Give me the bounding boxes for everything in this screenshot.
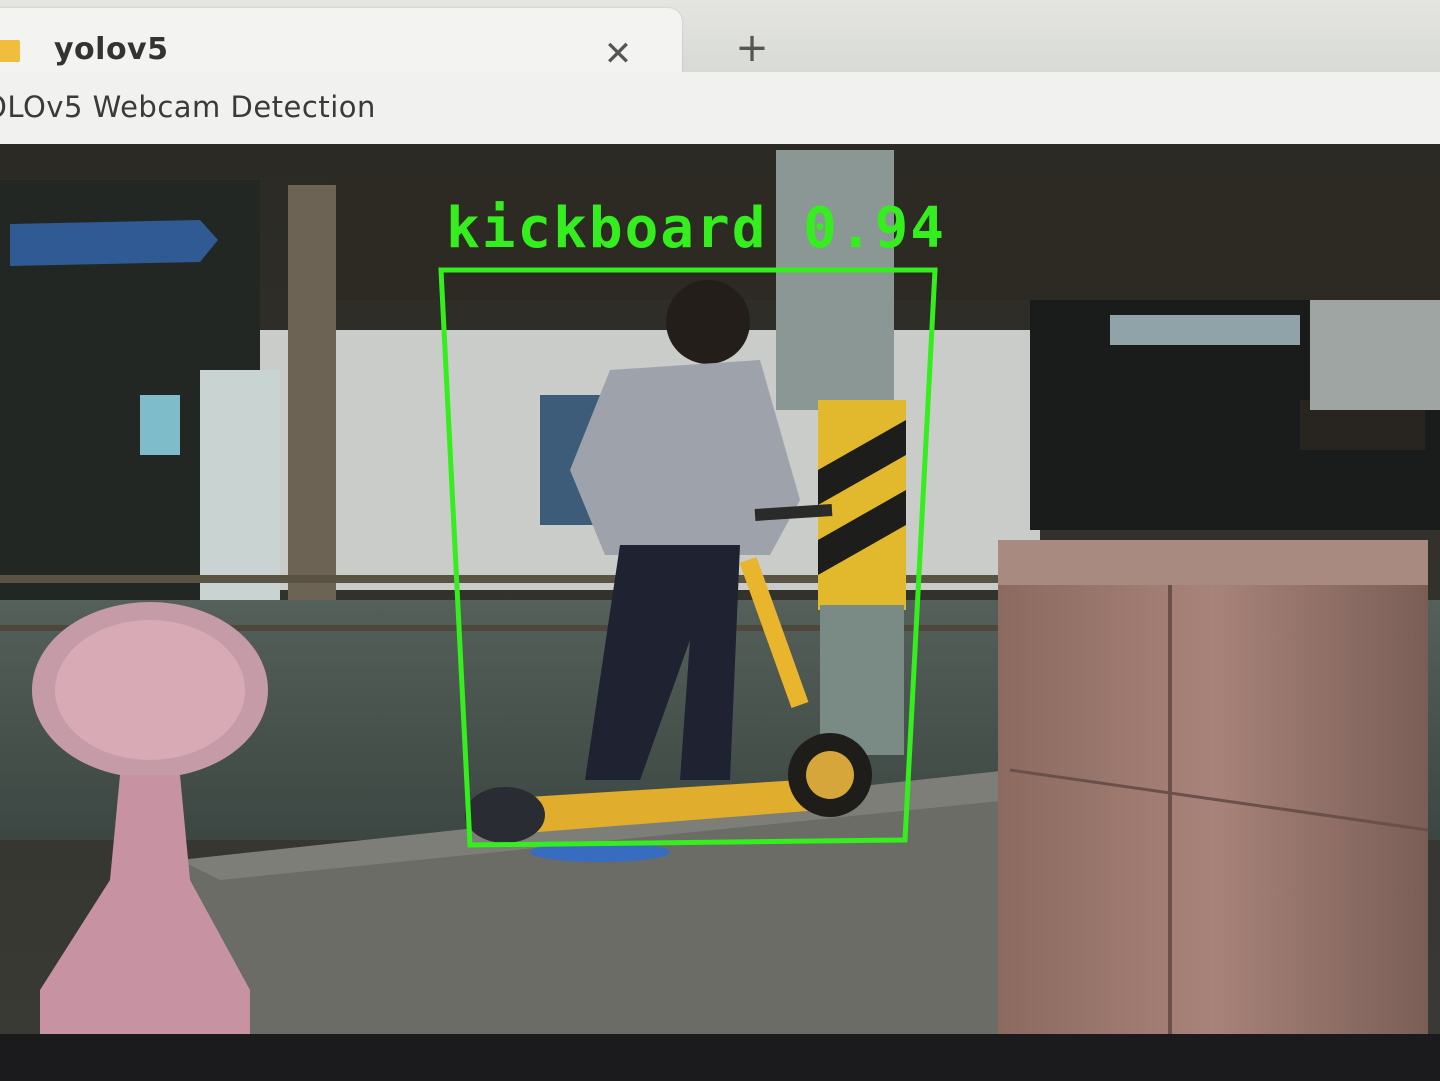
tab-title: yolov5 [54,32,169,67]
close-icon[interactable]: ✕ [598,34,638,74]
tab-yolov5[interactable]: yolov5 ✕ [0,8,682,74]
window-title-bar: OLOv5 Webcam Detection [0,72,1440,145]
camera-scene [0,144,1440,1034]
webcam-frame [0,144,1440,1034]
window-title: OLOv5 Webcam Detection [0,90,376,124]
detection-label: kickboard 0.94 [446,196,947,261]
tab-strip: yolov5 ✕ + [0,0,1440,74]
plus-icon[interactable]: + [730,26,774,70]
monitor-bezel [0,1034,1440,1081]
folder-icon [0,40,20,62]
